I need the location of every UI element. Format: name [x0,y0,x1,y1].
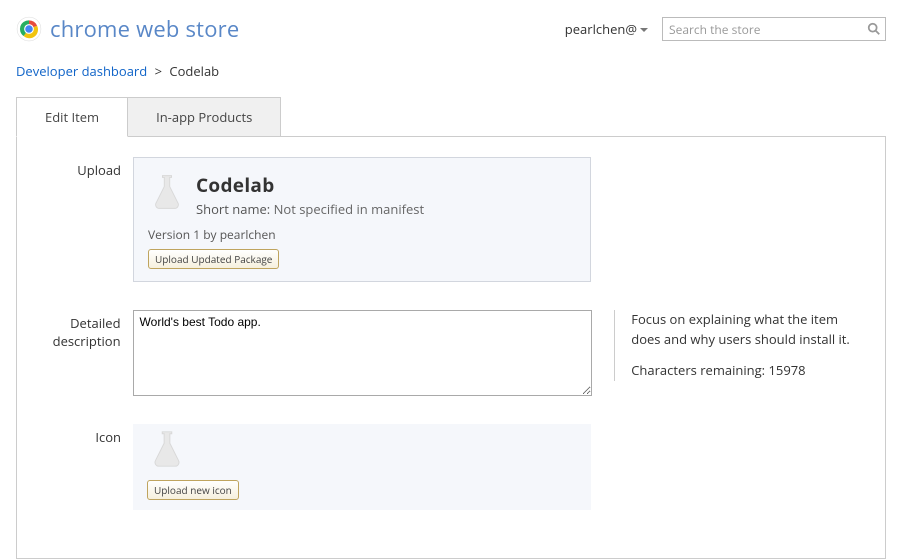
tab-edit-item[interactable]: Edit Item [16,97,128,137]
chars-remaining-label: Characters remaining: [631,361,765,379]
description-help: Focus on explaining what the item does a… [614,310,869,381]
app-title: Codelab [196,172,424,198]
flask-icon [148,172,186,212]
app-short-name: Short name: Not specified in manifest [196,200,424,218]
edit-item-panel: Upload Codelab Short name: Not specified… [16,136,886,559]
store-logo-text: chrome web store [50,14,239,44]
user-email: pearlchen@ [565,20,637,38]
user-menu[interactable]: pearlchen@ [565,20,648,38]
chrome-logo-icon [16,16,42,42]
search-input[interactable] [662,17,886,41]
breadcrumb: Developer dashboard > Codelab [0,54,902,96]
caret-down-icon [640,28,648,32]
tab-in-app-products[interactable]: In-app Products [127,97,281,137]
chars-remaining: Characters remaining: 15978 [631,361,869,381]
version-line: Version 1 by pearlchen [148,226,576,243]
description-textarea[interactable] [133,310,593,396]
icon-label: Icon [33,424,133,446]
short-name-value: Not specified in manifest [274,200,425,218]
chars-remaining-value: 15978 [768,361,805,379]
upload-label: Upload [33,157,133,179]
search-icon[interactable] [867,22,881,36]
breadcrumb-current: Codelab [169,62,219,80]
description-help-text: Focus on explaining what the item does a… [631,310,869,349]
upload-box: Codelab Short name: Not specified in man… [133,157,591,282]
tabs: Edit Item In-app Products [16,96,886,136]
icon-box: Upload new icon [133,424,591,510]
breadcrumb-dashboard-link[interactable]: Developer dashboard [16,62,147,80]
breadcrumb-separator: > [155,62,162,80]
upload-new-icon-button[interactable]: Upload new icon [147,480,239,500]
store-logo[interactable]: chrome web store [16,14,239,44]
description-label: Detailed description [33,310,133,350]
search-wrap [662,17,886,41]
short-name-label: Short name: [196,200,270,218]
flask-icon [147,428,187,470]
upload-updated-package-button[interactable]: Upload Updated Package [148,249,279,269]
